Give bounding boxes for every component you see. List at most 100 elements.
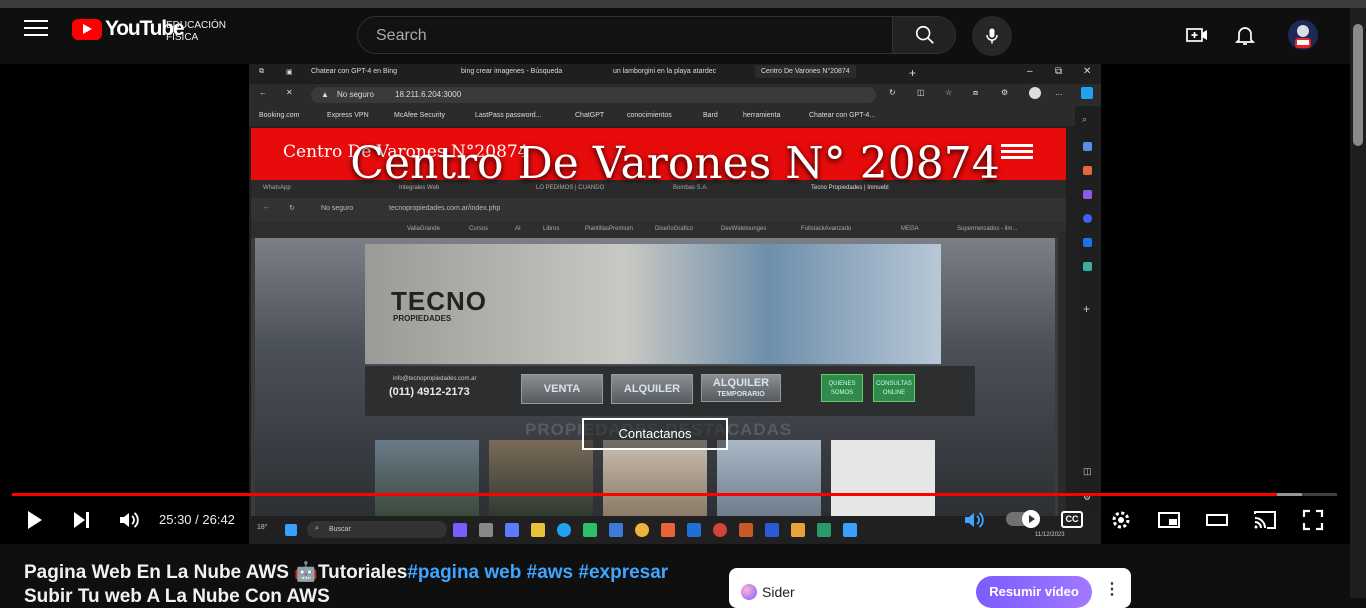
create-video-button[interactable] xyxy=(1185,23,1209,47)
site-hero-title: Centro De Varones N° 20874 xyxy=(350,138,1000,189)
menu-icon[interactable] xyxy=(24,20,48,38)
inner-nav-alquiler: ALQUILER xyxy=(611,374,693,404)
browser-tab-active[interactable]: Centro De Varones N°20874 xyxy=(755,65,856,78)
inner-address-bar: ← ↻ No seguro tecnopropiedades.com.ar/in… xyxy=(251,198,1066,222)
voice-search-button[interactable] xyxy=(972,16,1012,56)
cast-icon xyxy=(1254,511,1276,529)
search-input[interactable] xyxy=(374,17,878,55)
more-vertical-icon[interactable]: ⋮ xyxy=(1104,582,1120,600)
bookmark-conocimientos[interactable]: conocimientos xyxy=(627,112,672,119)
sidebar-copilot-icon[interactable] xyxy=(1083,214,1092,223)
contact-button[interactable]: Contactanos xyxy=(582,418,728,450)
inner-bm-0: VallaGrande xyxy=(407,226,440,232)
restore-icon[interactable]: ⧉ xyxy=(1055,66,1062,77)
theater-mode-button[interactable] xyxy=(1205,508,1229,532)
browser-tab-1[interactable]: Chatear con GPT-4 en Bing xyxy=(311,68,397,75)
taskbar-app-icon[interactable] xyxy=(505,523,519,537)
taskbar-app-icon[interactable] xyxy=(739,523,753,537)
settings-button[interactable] xyxy=(1109,508,1133,532)
summarize-video-button[interactable]: Resumir vídeo xyxy=(976,576,1092,608)
close-window-icon[interactable]: ✕ xyxy=(1083,66,1091,77)
inner-bm-8: MEGA xyxy=(901,226,919,232)
bookmark-bard[interactable]: Bard xyxy=(703,112,718,119)
inner-address-url: tecnopropiedades.com.ar/index.php xyxy=(389,205,501,212)
play-button[interactable] xyxy=(22,508,46,532)
more-options-icon[interactable]: … xyxy=(1055,88,1063,97)
channel-sub-line1: EDUCACIÓN xyxy=(166,20,227,31)
sidebar-games-icon[interactable] xyxy=(1083,190,1092,199)
taskbar-app-icon[interactable] xyxy=(765,523,779,537)
bookmark-expressvpn[interactable]: Express VPN xyxy=(327,112,369,119)
favorites-icon[interactable]: ☆ xyxy=(945,88,952,97)
notifications-button[interactable] xyxy=(1233,23,1257,47)
taskbar-clock: 11/12/2023 xyxy=(1035,532,1065,538)
video-frame[interactable]: ⧉ ▣ Chatear con GPT-4 en Bing bing crear… xyxy=(249,64,1101,544)
collections-icon[interactable]: ⧈ xyxy=(973,88,978,98)
profile-icon[interactable] xyxy=(1029,87,1041,99)
search-icon xyxy=(915,25,934,44)
stop-loading-icon[interactable]: ✕ xyxy=(286,88,293,97)
miniplayer-button[interactable] xyxy=(1157,508,1181,532)
taskbar-app-icon[interactable] xyxy=(687,523,701,537)
taskbar-app-icon[interactable] xyxy=(843,523,857,537)
property-thumbnail xyxy=(717,440,821,516)
inner-email: info@tecnopropiedades.com.ar xyxy=(393,376,477,382)
page-scrollbar-thumb[interactable] xyxy=(1353,24,1363,146)
new-tab-icon[interactable]: + xyxy=(909,66,916,80)
inner-consultas-line2: ONLINE xyxy=(882,390,906,396)
address-field[interactable]: ▲ No seguro 18.211.6.204:3000 xyxy=(311,87,876,103)
inner-bm-3: Libros xyxy=(543,226,560,232)
taskbar-app-icon[interactable] xyxy=(531,523,545,537)
inner-quienes-line2: SOMOS xyxy=(830,390,854,396)
taskbar-app-icon[interactable] xyxy=(817,523,831,537)
taskbar-app-icon[interactable] xyxy=(661,523,675,537)
bookmark-mcafee[interactable]: McAfee Security xyxy=(394,112,445,119)
progress-played[interactable] xyxy=(12,493,1277,496)
bookmark-chatgpt[interactable]: ChatGPT xyxy=(575,112,604,119)
video-title-prefix: Pagina Web En La Nube AWS xyxy=(24,562,295,583)
taskbar-app-icon[interactable] xyxy=(557,523,571,537)
taskbar-search[interactable]: ⌕ Buscar xyxy=(307,521,447,538)
taskbar-app-icon[interactable] xyxy=(713,523,727,537)
refresh-icon[interactable]: ↻ xyxy=(889,88,896,97)
taskbar-app-icon[interactable] xyxy=(583,523,597,537)
fullscreen-button[interactable] xyxy=(1301,508,1325,532)
next-button[interactable] xyxy=(70,508,94,532)
copilot-icon[interactable] xyxy=(1081,87,1093,99)
property-thumbnail xyxy=(603,440,707,516)
cast-button[interactable] xyxy=(1253,508,1277,532)
taskbar-app-icon[interactable] xyxy=(635,523,649,537)
inner-quienes-line1: QUIENES xyxy=(828,381,856,387)
bookmark-bing-chat[interactable]: Chatear con GPT-4... xyxy=(809,112,875,119)
taskbar-app-icon[interactable] xyxy=(791,523,805,537)
extensions-icon[interactable]: ⚙ xyxy=(1001,88,1008,97)
taskbar-app-icon[interactable] xyxy=(479,523,493,537)
browser-tab-2[interactable]: bing crear imagenes - Búsqueda xyxy=(461,68,562,75)
browser-tab-3[interactable]: un lamborgini en la playa atardec xyxy=(613,68,716,75)
sidebar-drop-icon[interactable] xyxy=(1083,262,1092,271)
sidebar-search-icon[interactable]: ⌕ xyxy=(1082,114,1087,125)
bookmark-booking[interactable]: Booking.com xyxy=(259,112,299,119)
windows-start-icon[interactable] xyxy=(285,524,297,536)
bookmark-lastpass[interactable]: LastPass password... xyxy=(475,112,542,119)
inner-consultas-online: CONSULTAS ONLINE xyxy=(873,374,915,402)
taskbar-app-icon[interactable] xyxy=(609,523,623,537)
mute-button[interactable] xyxy=(117,508,141,532)
inner-screenshot: WhatsApp Integrales Web LO PEDIMOS | CUA… xyxy=(251,180,1066,516)
autoplay-toggle-knob[interactable] xyxy=(1022,510,1040,528)
sidebar-outlook-icon[interactable] xyxy=(1083,238,1092,247)
sidebar-panel-icon[interactable]: ◫ xyxy=(1083,466,1092,477)
back-icon[interactable]: ← xyxy=(259,88,267,97)
sidebar-add-icon[interactable]: + xyxy=(1083,302,1090,316)
bookmark-herramienta[interactable]: herramienta xyxy=(743,112,780,119)
search-button[interactable] xyxy=(892,16,956,54)
captions-button[interactable]: CC xyxy=(1061,511,1083,528)
video-title-hashtags[interactable]: #pagina web #aws #expresar xyxy=(407,562,668,583)
browser-tab-strip: ⧉ ▣ Chatear con GPT-4 en Bing bing crear… xyxy=(249,64,1101,84)
avatar[interactable] xyxy=(1288,20,1318,50)
taskbar-app-icon[interactable] xyxy=(453,523,467,537)
inner-bm-9: Supermercados - lim... xyxy=(957,226,1018,232)
minimize-icon[interactable]: – xyxy=(1027,66,1033,77)
split-screen-icon[interactable]: ◫ xyxy=(917,88,925,97)
inner-nav-venta: VENTA xyxy=(521,374,603,404)
